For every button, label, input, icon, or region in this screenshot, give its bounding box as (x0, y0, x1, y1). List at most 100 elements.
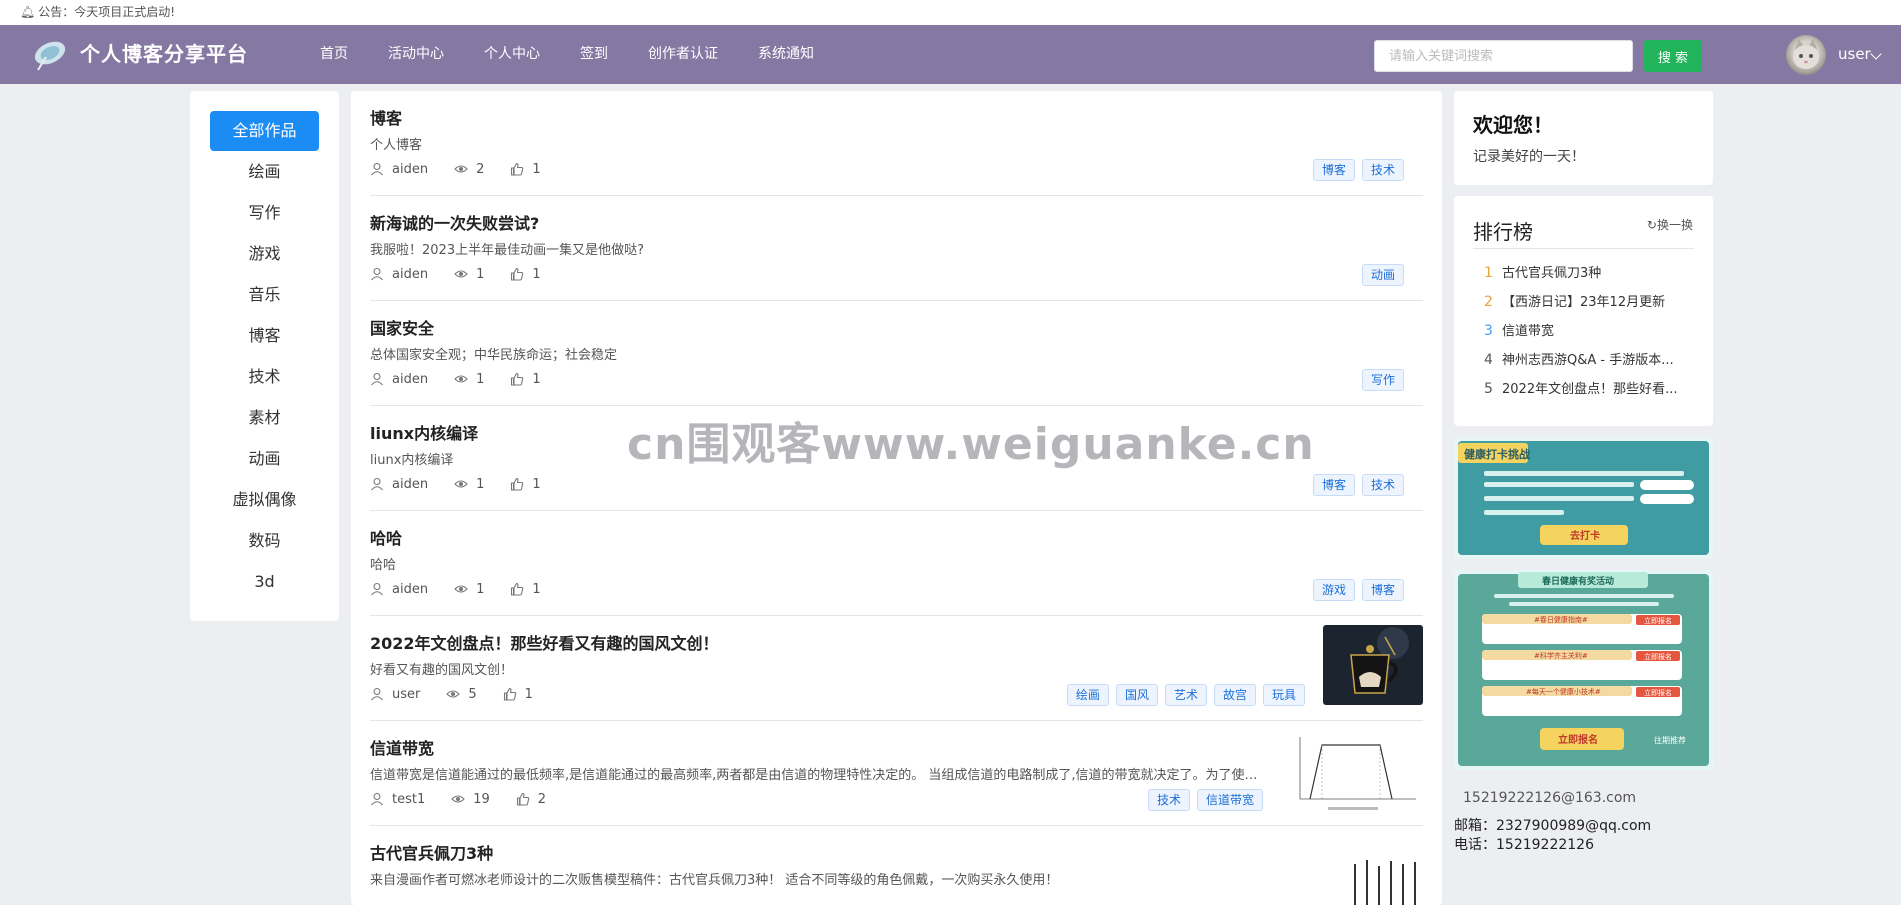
category-virtual-idol[interactable]: 虚拟偶像 (210, 480, 319, 520)
eye-icon (446, 690, 461, 698)
category-animation[interactable]: 动画 (210, 439, 319, 479)
spring-activity-banner-image: 春日健康有奖活动 #春日健康指南# 立即报名 #科学齐主关利# 立即报名 #每天… (1454, 570, 1713, 770)
category-menu: 全部作品 绘画 写作 游戏 音乐 博客 技术 素材 动画 虚拟偶像 数码 3d (190, 91, 339, 621)
post-title[interactable]: 新海诚的一次失败尝试? (370, 210, 539, 234)
post-item[interactable]: 2022年文创盘点！那些好看又有趣的国风文创！ 好看又有趣的国风文创！ user… (370, 616, 1423, 721)
category-music[interactable]: 音乐 (210, 275, 319, 315)
post-item[interactable]: 国家安全 总体国家安全观；中华民族命运；社会稳定 aiden 1 1 写作 (370, 301, 1423, 406)
avatar[interactable] (1786, 35, 1826, 75)
post-author[interactable]: aiden (392, 372, 428, 387)
search-button[interactable]: 搜 索 (1644, 40, 1702, 72)
post-thumbnail[interactable] (1288, 731, 1423, 816)
post-title[interactable]: liunx内核编译 (370, 420, 478, 444)
post-tag[interactable]: 技术 (1361, 159, 1404, 181)
nav-activity-center[interactable]: 活动中心 (388, 25, 444, 84)
post-tag[interactable]: 博客 (1361, 579, 1404, 601)
thumbs-up-icon[interactable] (510, 162, 524, 176)
post-author[interactable]: aiden (392, 582, 428, 597)
ranking-number: 3 (1484, 323, 1493, 339)
post-title[interactable]: 哈哈 (370, 525, 402, 549)
activity-row-button[interactable]: 立即报名 (1644, 616, 1672, 625)
post-title[interactable]: 国家安全 (370, 315, 434, 339)
category-digital[interactable]: 数码 (210, 521, 319, 561)
post-item[interactable]: 信道带宽 信道带宽是信道能通过的最低频率,是信道能通过的最高频率,两者都是由信道… (370, 721, 1423, 826)
post-desc: 个人博客 (370, 138, 423, 153)
category-blog[interactable]: 博客 (210, 316, 319, 356)
category-writing[interactable]: 写作 (210, 193, 319, 233)
post-tag[interactable]: 游戏 (1312, 579, 1355, 601)
post-author[interactable]: user (392, 687, 420, 702)
post-item[interactable]: 新海诚的一次失败尝试? 我服啦！2023上半年最佳动画一集又是他做哒? aide… (370, 196, 1423, 301)
user-icon (371, 582, 383, 596)
category-painting[interactable]: 绘画 (210, 152, 319, 192)
checkin-button-label[interactable]: 去打卡 (1570, 529, 1600, 542)
logo-icon[interactable] (32, 37, 68, 73)
post-tag[interactable]: 信道带宽 (1196, 789, 1263, 811)
post-tag[interactable]: 技术 (1147, 789, 1190, 811)
thumbs-up-icon[interactable] (510, 477, 524, 491)
post-tag[interactable]: 故宫 (1213, 684, 1256, 706)
nav-creator-certification[interactable]: 创作者认证 (648, 25, 718, 84)
post-author[interactable]: aiden (392, 162, 428, 177)
category-3d[interactable]: 3d (210, 562, 319, 602)
post-list: 博客 个人博客 aiden 2 1 博客 技术 新海诚的一次失败尝试? 我服啦！… (351, 91, 1442, 905)
thumbs-up-icon[interactable] (510, 372, 524, 386)
post-tag[interactable]: 国风 (1115, 684, 1158, 706)
post-tag[interactable]: 玩具 (1262, 684, 1305, 706)
chevron-down-icon[interactable] (1870, 48, 1882, 60)
activity-row-button[interactable]: 立即报名 (1644, 652, 1672, 661)
username[interactable]: user (1838, 25, 1871, 84)
post-tag[interactable]: 技术 (1361, 474, 1404, 496)
ranking-item[interactable]: 2 【西游日记】23年12月更新 (1484, 291, 1699, 310)
activity-row-button[interactable]: 立即报名 (1644, 688, 1672, 697)
post-author[interactable]: aiden (392, 477, 428, 492)
post-tag[interactable]: 绘画 (1066, 684, 1109, 706)
ranking-card: 排行榜 ↻换一换 1 古代官兵佩刀3种 2 【西游日记】23年12月更新 3 信道带宽… (1454, 196, 1713, 426)
nav-check-in[interactable]: 签到 (580, 25, 608, 84)
post-tag[interactable]: 艺术 (1164, 684, 1207, 706)
category-tech[interactable]: 技术 (210, 357, 319, 397)
thumbs-up-icon[interactable] (510, 267, 524, 281)
post-author[interactable]: aiden (392, 267, 428, 282)
announcement-text: 公告：今天项目正式启动! (38, 5, 176, 19)
post-author[interactable]: test1 (392, 792, 425, 807)
spring-activity-banner[interactable]: 春日健康有奖活动 #春日健康指南# 立即报名 #科学齐主关利# 立即报名 #每天… (1454, 570, 1713, 770)
thumbs-up-icon[interactable] (503, 687, 517, 701)
activity-signup-label[interactable]: 立即报名 (1558, 733, 1598, 746)
post-title[interactable]: 博客 (370, 105, 402, 129)
post-views: 5 (468, 686, 477, 702)
post-tag[interactable]: 博客 (1312, 159, 1355, 181)
post-title[interactable]: 信道带宽 (370, 735, 434, 759)
activity-more-link[interactable]: 往期推荐 (1654, 735, 1686, 745)
category-material[interactable]: 素材 (210, 398, 319, 438)
nav-home[interactable]: 首页 (320, 25, 348, 84)
post-item[interactable]: 哈哈 哈哈 aiden 1 1 游戏 博客 (370, 511, 1423, 616)
site-title[interactable]: 个人博客分享平台 (80, 25, 248, 84)
post-desc: 我服啦！2023上半年最佳动画一集又是他做哒? (370, 243, 644, 258)
nav-personal-center[interactable]: 个人中心 (484, 25, 540, 84)
eye-icon (451, 795, 466, 803)
post-item[interactable]: 博客 个人博客 aiden 2 1 博客 技术 (370, 91, 1423, 196)
ranking-item[interactable]: 4 神州志西游Q&A - 手游版本... (1484, 349, 1699, 368)
post-tag[interactable]: 写作 (1361, 369, 1404, 391)
post-title[interactable]: 2022年文创盘点！那些好看又有趣的国风文创！ (370, 630, 719, 654)
category-games[interactable]: 游戏 (210, 234, 319, 274)
thumbs-up-icon[interactable] (510, 582, 524, 596)
checkin-banner[interactable]: 健康打卡挑战 去打卡 (1454, 437, 1713, 559)
post-title[interactable]: 古代官兵佩刀3种 (370, 840, 493, 864)
ranking-item[interactable]: 3 信道带宽 (1484, 320, 1699, 339)
refresh-button[interactable]: ↻换一换 (1647, 216, 1693, 233)
post-tag[interactable]: 博客 (1312, 474, 1355, 496)
ranking-item[interactable]: 1 古代官兵佩刀3种 (1484, 262, 1699, 281)
thumbs-up-icon[interactable] (516, 792, 530, 806)
post-thumbnail[interactable] (1323, 625, 1423, 705)
post-tag[interactable]: 动画 (1361, 264, 1404, 286)
post-thumbnail[interactable] (1345, 858, 1423, 905)
ranking-item[interactable]: 5 2022年文创盘点！那些好看... (1484, 378, 1699, 397)
post-desc: 来自漫画作者可燃冰老师设计的二次贩售模型稿件：古代官兵佩刀3种！ 适合不同等级的… (370, 873, 1059, 888)
category-all[interactable]: 全部作品 (210, 111, 319, 151)
nav-system-notice[interactable]: 系统通知 (758, 25, 814, 84)
post-item[interactable]: 古代官兵佩刀3种 来自漫画作者可燃冰老师设计的二次贩售模型稿件：古代官兵佩刀3种… (370, 826, 1423, 905)
search-input[interactable] (1374, 40, 1633, 72)
user-icon (371, 162, 383, 176)
